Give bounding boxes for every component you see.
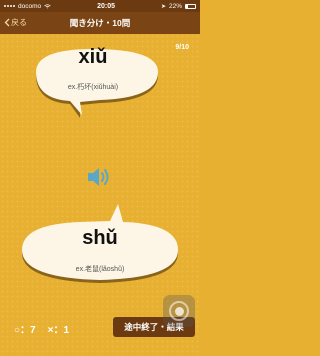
speaker-icon	[88, 168, 109, 186]
question-pinyin: xiǔ	[78, 46, 108, 68]
score: ○：7 ×：1	[14, 321, 69, 336]
assistive-touch-button[interactable]	[163, 295, 195, 327]
question-example: ex.朽坏(xiǔhuài)	[67, 84, 119, 91]
assistive-touch-icon	[169, 301, 189, 321]
speaker-button[interactable]	[85, 165, 115, 189]
answer-example: ex.老鼠(lǎoshǔ)	[75, 266, 125, 273]
correct-count: ○：7	[14, 325, 36, 336]
wrong-count: ×：1	[47, 325, 70, 336]
answer-pinyin[interactable]: shǔ	[30, 227, 170, 250]
